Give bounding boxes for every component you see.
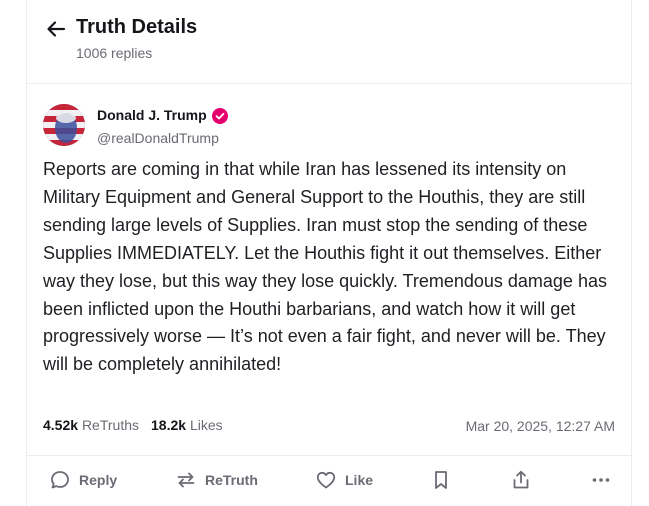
likes-stat[interactable]: 18.2k Likes (151, 417, 223, 433)
like-label: Like (345, 472, 374, 488)
likes-label: Likes (189, 417, 223, 433)
bookmark-button[interactable] (430, 467, 452, 493)
reply-count: 1006 replies (76, 45, 153, 61)
arrow-left-icon (47, 21, 66, 37)
reply-icon (51, 471, 69, 489)
post-timestamp: Mar 20, 2025, 12:27 AM (465, 418, 615, 434)
share-button[interactable] (510, 467, 532, 493)
avatar[interactable] (43, 104, 85, 146)
reply-label: Reply (79, 472, 118, 488)
back-button[interactable] (45, 18, 67, 40)
retruths-label: ReTruths (81, 417, 139, 433)
heart-icon (316, 471, 336, 489)
retruths-count: 4.52k (43, 417, 79, 433)
avatar-image (43, 104, 85, 146)
retruth-button[interactable]: ReTruth (175, 467, 258, 493)
page-title: Truth Details (76, 16, 198, 38)
actions-divider (27, 455, 631, 456)
more-options-button[interactable] (590, 467, 612, 493)
share-icon (513, 470, 529, 489)
header-divider (27, 83, 631, 84)
truth-details-panel: Truth Details 1006 replies Donald J. Tru… (26, 0, 632, 506)
post-stats: 4.52k ReTruths 18.2k Likes (43, 417, 223, 433)
author-handle[interactable]: @realDonaldTrump (97, 130, 219, 146)
retruth-label: ReTruth (205, 472, 258, 488)
verified-badge-icon (212, 108, 228, 124)
author-name[interactable]: Donald J. Trump (97, 107, 207, 123)
retruths-stat[interactable]: 4.52k ReTruths (43, 417, 139, 433)
reply-button[interactable]: Reply (49, 467, 117, 493)
retruth-icon (177, 472, 195, 488)
likes-count: 18.2k (151, 417, 187, 433)
like-button[interactable]: Like (315, 467, 373, 493)
more-dots-icon (592, 478, 610, 482)
post-body: Reports are coming in that while Iran ha… (43, 159, 607, 375)
bookmark-icon (435, 471, 447, 489)
